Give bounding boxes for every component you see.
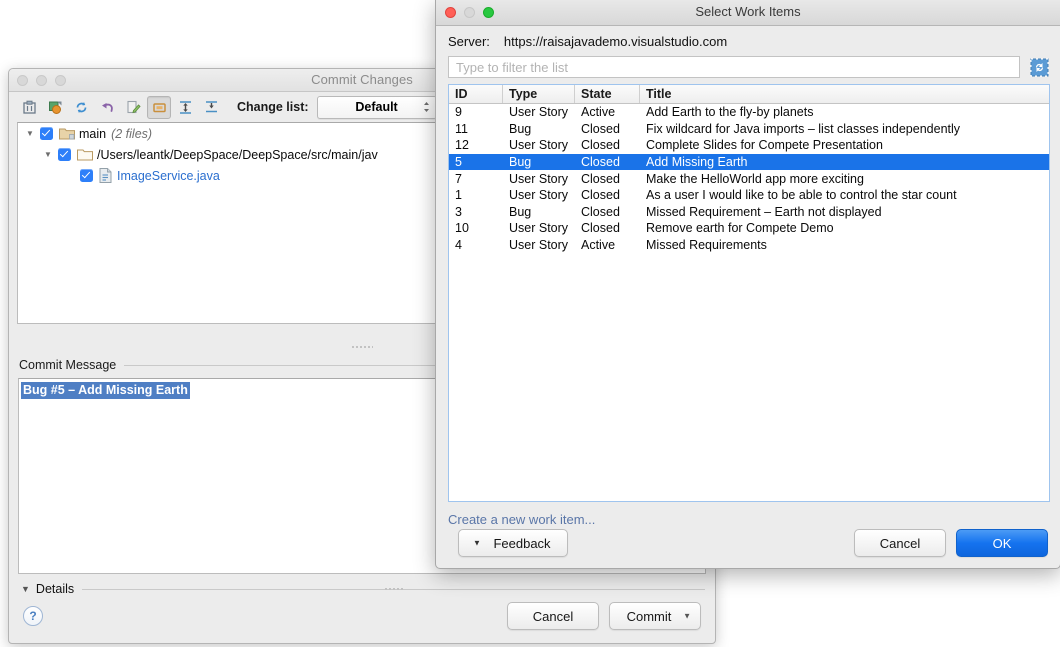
commit-button[interactable]: Commit ▼ <box>609 602 701 630</box>
undo-icon[interactable] <box>95 96 119 119</box>
table-row[interactable]: 1 User Story Closed As a user I would li… <box>449 187 1049 204</box>
cell-type: User Story <box>503 221 575 235</box>
cell-title: Complete Slides for Compete Presentation <box>640 138 1049 152</box>
cell-type: User Story <box>503 138 575 152</box>
cell-state: Active <box>575 238 640 252</box>
work-items-header: ID Type State Title <box>449 85 1049 104</box>
module-folder-icon <box>59 127 75 140</box>
table-row[interactable]: 11 Bug Closed Fix wildcard for Java impo… <box>449 121 1049 138</box>
work-items-list[interactable]: ID Type State Title 9 User Story Active … <box>448 84 1050 502</box>
chevron-down-icon[interactable]: ▼ <box>44 150 58 159</box>
cell-title: Remove earth for Compete Demo <box>640 221 1049 235</box>
feedback-button-label: Feedback <box>493 536 550 551</box>
cell-state: Closed <box>575 172 640 186</box>
column-header-type[interactable]: Type <box>503 85 575 103</box>
expand-all-icon[interactable] <box>173 96 197 119</box>
table-row[interactable]: 9 User Story Active Add Earth to the fly… <box>449 104 1049 121</box>
cell-type: User Story <box>503 238 575 252</box>
file-checkbox[interactable] <box>58 148 71 161</box>
dialog-footer: ▼ Feedback Cancel OK <box>436 518 1060 568</box>
cell-type: User Story <box>503 105 575 119</box>
table-row-selected[interactable]: 5 Bug Closed Add Missing Earth <box>449 154 1049 171</box>
filter-row: Type to filter the list <box>436 49 1060 78</box>
filter-input[interactable]: Type to filter the list <box>448 56 1020 78</box>
cancel-button[interactable]: Cancel <box>854 529 946 557</box>
changelist-label: Change list: <box>237 100 309 114</box>
cell-state: Closed <box>575 188 640 202</box>
tree-item-count: (2 files) <box>111 127 152 141</box>
java-file-icon <box>99 168 112 183</box>
edit-source-icon[interactable] <box>121 96 145 119</box>
table-row[interactable]: 7 User Story Closed Make the HelloWorld … <box>449 170 1049 187</box>
folder-icon <box>77 148 93 161</box>
chevron-updown-icon <box>423 102 430 113</box>
table-row[interactable]: 4 User Story Active Missed Requirements <box>449 237 1049 254</box>
table-row[interactable]: 10 User Story Closed Remove earth for Co… <box>449 220 1049 237</box>
commit-button-label: Commit <box>627 609 672 624</box>
cell-title: Make the HelloWorld app more exciting <box>640 172 1049 186</box>
cell-title: Add Earth to the fly-by planets <box>640 105 1049 119</box>
cell-state: Active <box>575 105 640 119</box>
table-row[interactable]: 12 User Story Closed Complete Slides for… <box>449 137 1049 154</box>
table-row[interactable]: 3 Bug Closed Missed Requirement – Earth … <box>449 204 1049 221</box>
file-checkbox[interactable] <box>80 169 93 182</box>
refresh-icon[interactable] <box>69 96 93 119</box>
select-work-items-dialog: Select Work Items Server: https://raisaj… <box>435 0 1060 569</box>
column-header-state[interactable]: State <box>575 85 640 103</box>
tree-item-label: main <box>79 127 106 141</box>
server-row: Server: https://raisajavademo.visualstud… <box>436 26 1060 49</box>
help-button[interactable]: ? <box>23 606 43 626</box>
cell-id: 10 <box>449 221 503 235</box>
cell-state: Closed <box>575 221 640 235</box>
cell-state: Closed <box>575 122 640 136</box>
chevron-down-icon: ▼ <box>473 539 481 548</box>
refresh-icon[interactable] <box>1028 56 1050 78</box>
commit-footer: ? Cancel Commit ▼ <box>9 589 715 643</box>
splitter-grip <box>351 345 373 349</box>
cell-type: Bug <box>503 122 575 136</box>
cell-id: 12 <box>449 138 503 152</box>
cell-title: Missed Requirement – Earth not displayed <box>640 205 1049 219</box>
dialog-titlebar[interactable]: Select Work Items <box>436 0 1060 26</box>
server-label: Server: <box>448 34 490 49</box>
show-diff-icon[interactable] <box>17 96 41 119</box>
cell-title: Add Missing Earth <box>640 155 1049 169</box>
cell-id: 1 <box>449 188 503 202</box>
cell-type: Bug <box>503 205 575 219</box>
feedback-button[interactable]: ▼ Feedback <box>458 529 568 557</box>
cell-id: 4 <box>449 238 503 252</box>
cell-state: Closed <box>575 205 640 219</box>
dialog-title: Select Work Items <box>436 4 1060 19</box>
changelist-value: Default <box>355 100 397 114</box>
cell-state: Closed <box>575 155 640 169</box>
cell-type: Bug <box>503 155 575 169</box>
column-header-id[interactable]: ID <box>449 85 503 103</box>
cell-type: User Story <box>503 172 575 186</box>
tree-item-label[interactable]: ImageService.java <box>117 169 220 183</box>
commit-message-text: Bug #5 – Add Missing Earth <box>21 382 190 399</box>
cell-state: Closed <box>575 138 640 152</box>
server-url: https://raisajavademo.visualstudio.com <box>504 34 727 49</box>
file-checkbox[interactable] <box>40 127 53 140</box>
commit-message-label: Commit Message <box>19 358 116 372</box>
cell-title: As a user I would like to be able to con… <box>640 188 1049 202</box>
tree-item-label: /Users/leantk/DeepSpace/DeepSpace/src/ma… <box>97 148 378 162</box>
column-header-title[interactable]: Title <box>640 85 1049 103</box>
cell-id: 11 <box>449 122 503 136</box>
group-by-directory-icon[interactable] <box>147 96 171 119</box>
chevron-down-icon[interactable]: ▼ <box>683 612 691 621</box>
chevron-down-icon[interactable]: ▼ <box>26 129 40 138</box>
changelist-select[interactable]: Default <box>317 96 437 119</box>
cell-id: 3 <box>449 205 503 219</box>
cell-title: Fix wildcard for Java imports – list cla… <box>640 122 1049 136</box>
ok-button[interactable]: OK <box>956 529 1048 557</box>
cell-title: Missed Requirements <box>640 238 1049 252</box>
cell-id: 9 <box>449 105 503 119</box>
cell-type: User Story <box>503 188 575 202</box>
revert-changes-icon[interactable] <box>43 96 67 119</box>
cell-id: 7 <box>449 172 503 186</box>
cancel-button[interactable]: Cancel <box>507 602 599 630</box>
collapse-all-icon[interactable] <box>199 96 223 119</box>
cell-id: 5 <box>449 155 503 169</box>
